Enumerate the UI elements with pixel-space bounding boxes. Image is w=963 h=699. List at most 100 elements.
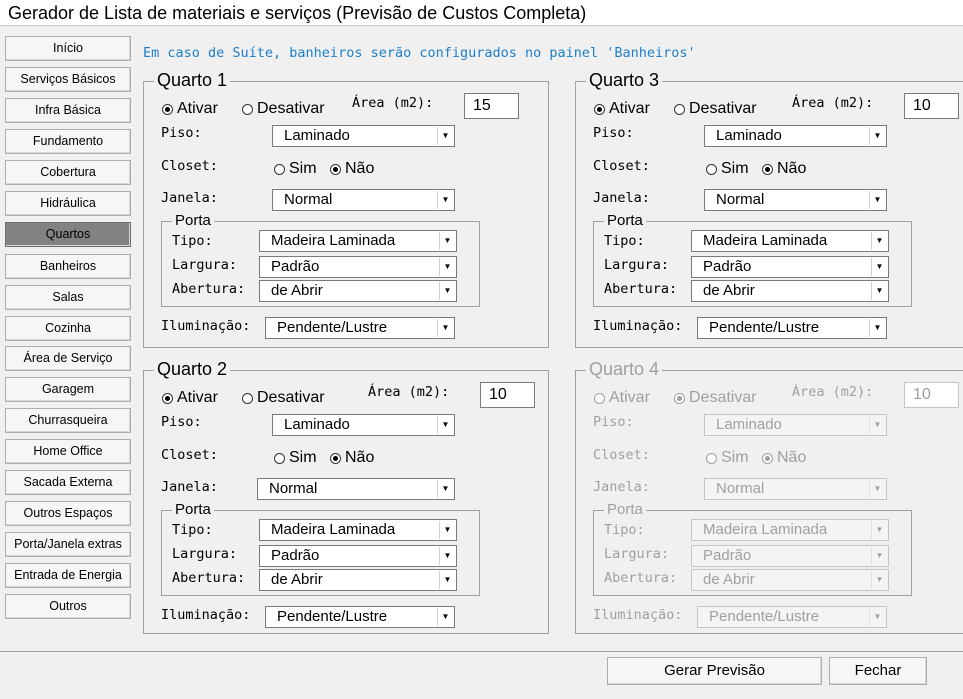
nav-button-19[interactable]: Outros: [5, 594, 131, 619]
door-type-label: Tipo:: [172, 233, 213, 249]
lighting-select[interactable]: Pendente/Lustre ▼: [265, 606, 455, 628]
door-type-label: Tipo:: [172, 522, 213, 538]
radio-icon[interactable]: [274, 163, 285, 175]
dropdown-arrow-icon[interactable]: ▼: [869, 191, 885, 209]
close-button[interactable]: Fechar: [829, 657, 927, 685]
nav-button-17[interactable]: Porta/Janela extras: [5, 532, 131, 557]
radio-icon[interactable]: [162, 392, 173, 404]
floor-select-value: Laminado: [284, 127, 350, 144]
nav-button-5[interactable]: Cobertura: [5, 160, 131, 185]
floor-select[interactable]: Laminado ▼: [272, 125, 455, 147]
floor-select[interactable]: Laminado ▼: [704, 125, 887, 147]
door-type-select[interactable]: Madeira Laminada ▼: [691, 230, 889, 252]
nav-button-8[interactable]: Banheiros: [5, 254, 131, 279]
nav-button-16[interactable]: Outros Espaços: [5, 501, 131, 526]
door-width-select[interactable]: Padrão ▼: [691, 256, 889, 278]
door-width-select[interactable]: Padrão ▼: [259, 256, 457, 278]
dropdown-arrow-icon[interactable]: ▼: [437, 127, 453, 145]
generate-forecast-button[interactable]: Gerar Previsão: [607, 657, 822, 685]
nav-button-3[interactable]: Infra Básica: [5, 98, 131, 123]
closet-yes-radio[interactable]: Sim: [274, 160, 317, 178]
nav-button-18[interactable]: Entrada de Energia: [5, 563, 131, 588]
door-type-select[interactable]: Madeira Laminada ▼: [259, 519, 457, 541]
dropdown-arrow-icon[interactable]: ▼: [437, 608, 453, 626]
dropdown-arrow-icon[interactable]: ▼: [871, 258, 887, 276]
door-group: Porta Tipo: Madeira Laminada ▼ Largura: Padrã…: [593, 501, 912, 596]
door-type-select[interactable]: Madeira Laminada ▼: [259, 230, 457, 252]
closet-no-radio[interactable]: Não: [330, 160, 374, 178]
activate-radio[interactable]: Ativar: [594, 100, 650, 118]
lighting-select-value: Pendente/Lustre: [277, 319, 388, 336]
dropdown-arrow-icon: ▼: [869, 416, 885, 434]
window-select[interactable]: Normal ▼: [272, 189, 455, 211]
floor-select[interactable]: Laminado ▼: [272, 414, 455, 436]
window-select[interactable]: Normal ▼: [257, 478, 455, 500]
lighting-select[interactable]: Pendente/Lustre ▼: [697, 317, 887, 339]
door-width-select[interactable]: Padrão ▼: [259, 545, 457, 567]
dropdown-arrow-icon: ▼: [871, 521, 887, 539]
activate-radio-label: Ativar: [177, 100, 218, 117]
radio-icon[interactable]: [594, 103, 605, 115]
nav-button-2[interactable]: Serviços Básicos: [5, 67, 131, 92]
area-input[interactable]: 15: [464, 93, 519, 119]
nav-button-14[interactable]: Home Office: [5, 439, 131, 464]
dropdown-arrow-icon: ▼: [871, 547, 887, 565]
radio-icon[interactable]: [762, 163, 773, 175]
radio-icon[interactable]: [274, 452, 285, 464]
dropdown-arrow-icon[interactable]: ▼: [439, 282, 455, 300]
radio-icon[interactable]: [162, 103, 173, 115]
window-label: Janela:: [593, 190, 650, 206]
lighting-select[interactable]: Pendente/Lustre ▼: [265, 317, 455, 339]
closet-yes-radio[interactable]: Sim: [706, 160, 749, 178]
nav-button-13[interactable]: Churrasqueira: [5, 408, 131, 433]
deactivate-radio[interactable]: Desativar: [242, 100, 325, 118]
nav-button-11[interactable]: Área de Serviço: [5, 346, 131, 371]
radio-icon[interactable]: [330, 163, 341, 175]
nav-button-4[interactable]: Fundamento: [5, 129, 131, 154]
door-opening-select[interactable]: de Abrir ▼: [691, 280, 889, 302]
dropdown-arrow-icon[interactable]: ▼: [437, 416, 453, 434]
nav-button-1[interactable]: Início: [5, 36, 131, 61]
radio-icon[interactable]: [674, 103, 685, 115]
window-label: Janela:: [161, 479, 218, 495]
nav-button-12[interactable]: Garagem: [5, 377, 131, 402]
nav-button-9[interactable]: Salas: [5, 285, 131, 310]
area-input[interactable]: 10: [480, 382, 535, 408]
radio-icon[interactable]: [330, 452, 341, 464]
dropdown-arrow-icon[interactable]: ▼: [439, 571, 455, 589]
deactivate-radio[interactable]: Desativar: [674, 100, 757, 118]
dropdown-arrow-icon[interactable]: ▼: [869, 127, 885, 145]
window-select-value: Normal: [269, 480, 318, 497]
window-select[interactable]: Normal ▼: [704, 189, 887, 211]
door-opening-select[interactable]: de Abrir ▼: [259, 569, 457, 591]
door-width-select: Padrão ▼: [691, 545, 889, 567]
activate-radio[interactable]: Ativar: [162, 389, 218, 407]
dropdown-arrow-icon[interactable]: ▼: [437, 480, 453, 498]
dropdown-arrow-icon[interactable]: ▼: [871, 282, 887, 300]
area-input[interactable]: 10: [904, 93, 959, 119]
dropdown-arrow-icon[interactable]: ▼: [871, 232, 887, 250]
room-frame-1: Quarto 1 Ativar Desativar Área (m2): 15 Piso:…: [143, 70, 549, 348]
dropdown-arrow-icon[interactable]: ▼: [439, 547, 455, 565]
radio-icon[interactable]: [242, 392, 253, 404]
radio-icon[interactable]: [242, 103, 253, 115]
radio-icon[interactable]: [706, 163, 717, 175]
deactivate-radio[interactable]: Desativar: [242, 389, 325, 407]
door-opening-select: de Abrir ▼: [691, 569, 889, 591]
dropdown-arrow-icon[interactable]: ▼: [437, 191, 453, 209]
activate-radio[interactable]: Ativar: [162, 100, 218, 118]
dropdown-arrow-icon: ▼: [869, 480, 885, 498]
nav-button-15[interactable]: Sacada Externa: [5, 470, 131, 495]
dropdown-arrow-icon[interactable]: ▼: [439, 258, 455, 276]
dropdown-arrow-icon[interactable]: ▼: [439, 521, 455, 539]
closet-no-radio[interactable]: Não: [762, 160, 806, 178]
nav-button-10[interactable]: Cozinha: [5, 316, 131, 341]
dropdown-arrow-icon[interactable]: ▼: [437, 319, 453, 337]
nav-button-7[interactable]: Quartos: [5, 222, 131, 247]
door-opening-select[interactable]: de Abrir ▼: [259, 280, 457, 302]
closet-no-radio[interactable]: Não: [330, 449, 374, 467]
nav-button-6[interactable]: Hidráulica: [5, 191, 131, 216]
dropdown-arrow-icon[interactable]: ▼: [439, 232, 455, 250]
dropdown-arrow-icon[interactable]: ▼: [869, 319, 885, 337]
closet-yes-radio[interactable]: Sim: [274, 449, 317, 467]
